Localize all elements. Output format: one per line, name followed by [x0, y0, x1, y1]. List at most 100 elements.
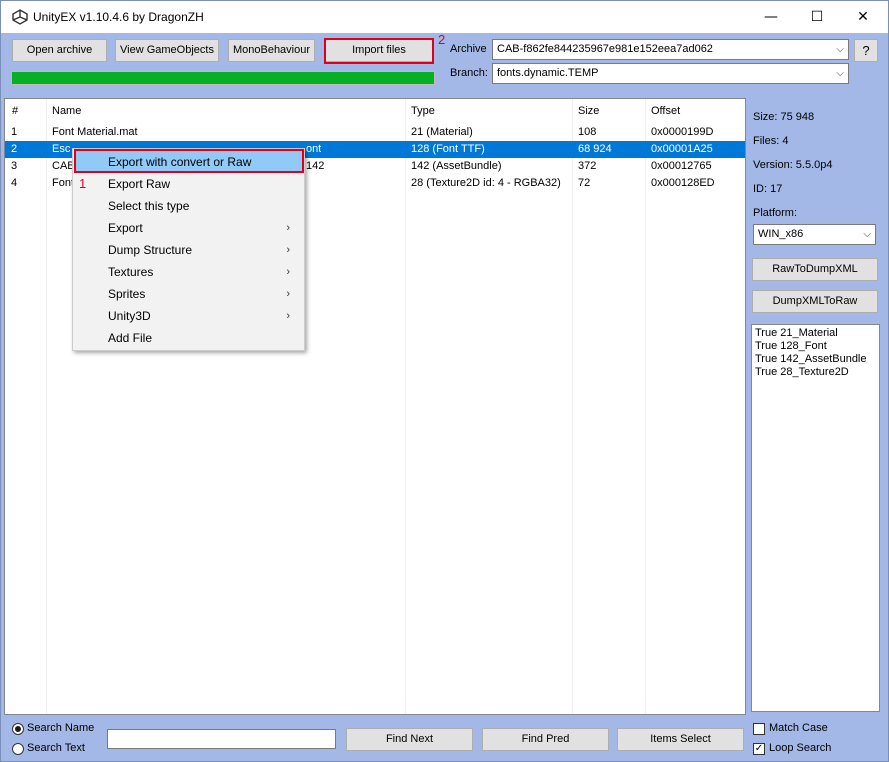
row-size: 68 924 — [578, 143, 612, 155]
menu-item-export[interactable]: Export › — [75, 217, 302, 239]
row-type: 21 (Material) — [411, 126, 473, 138]
menu-item-export-raw[interactable]: Export Raw — [75, 173, 302, 195]
row-name: Font Material.mat — [52, 126, 138, 138]
find-pred-button[interactable]: Find Pred — [482, 728, 609, 751]
help-button[interactable]: ? — [854, 39, 878, 62]
archive-size: Size: 75 948 — [753, 111, 815, 123]
menu-item-label: Unity3D — [108, 309, 151, 323]
archive-id: ID: 17 — [753, 183, 783, 195]
chevron-right-icon: › — [286, 266, 290, 278]
menu-item-export-with-convert[interactable]: Export with convert or Raw — [75, 151, 302, 173]
chevron-down-icon: ⌵ — [836, 68, 844, 79]
search-text-radio[interactable] — [12, 743, 24, 755]
progress-fill — [12, 72, 434, 84]
column-header-name[interactable]: Name — [52, 99, 81, 123]
row-type: 128 (Font TTF) — [411, 143, 485, 155]
items-select-button[interactable]: Items Select — [617, 728, 744, 751]
row-index: 2 — [11, 143, 18, 155]
column-header-type[interactable]: Type — [411, 99, 435, 123]
log-line: True 28_Texture2D — [755, 366, 849, 378]
progress-bar — [11, 71, 435, 85]
search-input[interactable] — [107, 729, 336, 749]
chevron-right-icon: › — [286, 310, 290, 322]
find-next-button[interactable]: Find Next — [346, 728, 473, 751]
menu-item-label: Dump Structure — [108, 243, 193, 257]
column-header-offset[interactable]: Offset — [651, 99, 680, 123]
row-index: 4 — [11, 177, 18, 189]
platform-select-value: WIN_x86 — [758, 228, 804, 240]
platform-select[interactable]: WIN_x86 ⌵ — [753, 224, 876, 245]
dump-xml-to-raw-button[interactable]: DumpXMLToRaw — [752, 290, 878, 313]
log-line: True 142_AssetBundle — [755, 353, 867, 365]
view-gameobjects-button[interactable]: View GameObjects — [115, 39, 219, 62]
branch-select[interactable]: fonts.dynamic.TEMP ⌵ — [492, 63, 849, 84]
row-name: Esc — [52, 143, 71, 155]
search-name-label: Search Name — [27, 722, 95, 734]
loop-search-label: Loop Search — [769, 742, 832, 754]
open-archive-button[interactable]: Open archive — [12, 39, 107, 62]
chevron-down-icon: ⌵ — [863, 229, 871, 240]
row-size: 108 — [578, 126, 597, 138]
menu-item-unity3d[interactable]: Unity3D › — [75, 305, 302, 327]
loop-search-checkbox[interactable]: ✓ — [753, 743, 765, 755]
chevron-down-icon: ⌵ — [836, 44, 844, 55]
chevron-right-icon: › — [286, 244, 290, 256]
archive-select[interactable]: CAB-f862fe844235967e981e152eea7ad062 ⌵ — [492, 39, 849, 60]
menu-item-dump-structure[interactable]: Dump Structure › — [75, 239, 302, 261]
match-case-checkbox[interactable] — [753, 723, 765, 735]
menu-item-select-this-type[interactable]: Select this type — [75, 195, 302, 217]
menu-item-label: Add File — [108, 331, 153, 345]
branch-label: Branch: — [450, 67, 488, 79]
row-type: 142 (AssetBundle) — [411, 160, 502, 172]
app-window: UnityEX v1.10.4.6 by DragonZH — ☐ ✕ Open… — [0, 0, 889, 762]
log-line: True 21_Material — [755, 327, 838, 339]
platform-label: Platform: — [753, 207, 798, 219]
menu-item-label: Select this type — [108, 199, 190, 213]
monobehaviour-button[interactable]: MonoBehaviour — [228, 39, 315, 62]
file-count: Files: 4 — [753, 135, 789, 147]
minimize-button[interactable]: — — [748, 1, 794, 33]
chevron-right-icon: › — [286, 222, 290, 234]
checkmark-icon: ✓ — [754, 743, 764, 754]
table-row[interactable]: 1 Font Material.mat 21 (Material) 108 0x… — [5, 124, 745, 141]
chevron-right-icon: › — [286, 288, 290, 300]
menu-item-label: Export Raw — [108, 177, 171, 191]
unity-version: Version: 5.5.0p4 — [753, 159, 833, 171]
row-index: 1 — [11, 126, 18, 138]
row-name: Font — [52, 177, 75, 189]
menu-item-label: Sprites — [108, 287, 146, 301]
archive-label: Archive — [450, 43, 487, 55]
log-line: True 128_Font — [755, 340, 827, 352]
row-index: 3 — [11, 160, 18, 172]
row-offset: 0x000128ED — [651, 177, 715, 189]
row-type: 28 (Texture2D id: 4 - RGBA32) — [411, 177, 561, 189]
row-offset: 0x00012765 — [651, 160, 712, 172]
match-case-label: Match Case — [769, 722, 828, 734]
menu-item-label: Textures — [108, 265, 154, 279]
row-size: 372 — [578, 160, 597, 172]
column-header-index[interactable]: # — [12, 99, 18, 123]
search-name-radio[interactable] — [12, 723, 24, 735]
annotation-number-1: 1 — [79, 176, 87, 191]
branch-select-value: fonts.dynamic.TEMP — [497, 67, 599, 79]
title-bar[interactable]: UnityEX v1.10.4.6 by DragonZH — ☐ ✕ — [1, 1, 888, 33]
row-name-tail: 142 — [306, 160, 325, 172]
archive-select-value: CAB-f862fe844235967e981e152eea7ad062 — [497, 43, 713, 55]
maximize-button[interactable]: ☐ — [794, 1, 840, 33]
import-files-button[interactable]: Import files — [324, 39, 434, 62]
raw-to-dump-xml-button[interactable]: RawToDumpXML — [752, 258, 878, 281]
row-name-tail: ont — [306, 143, 322, 155]
context-menu: Export with convert or Raw Export Raw Se… — [72, 148, 305, 351]
window-title: UnityEX v1.10.4.6 by DragonZH — [33, 10, 204, 24]
row-offset: 0x00001A25 — [651, 143, 713, 155]
log-output[interactable]: True 21_Material True 128_Font True 142_… — [751, 324, 880, 712]
menu-item-add-file[interactable]: Add File — [75, 327, 302, 349]
column-header-size[interactable]: Size — [578, 99, 599, 123]
menu-item-sprites[interactable]: Sprites › — [75, 283, 302, 305]
unity-logo-icon — [12, 9, 28, 25]
close-button[interactable]: ✕ — [840, 1, 886, 33]
search-text-label: Search Text — [27, 742, 85, 754]
menu-item-textures[interactable]: Textures › — [75, 261, 302, 283]
menu-item-label: Export with convert or Raw — [108, 155, 252, 169]
row-offset: 0x0000199D — [651, 126, 714, 138]
